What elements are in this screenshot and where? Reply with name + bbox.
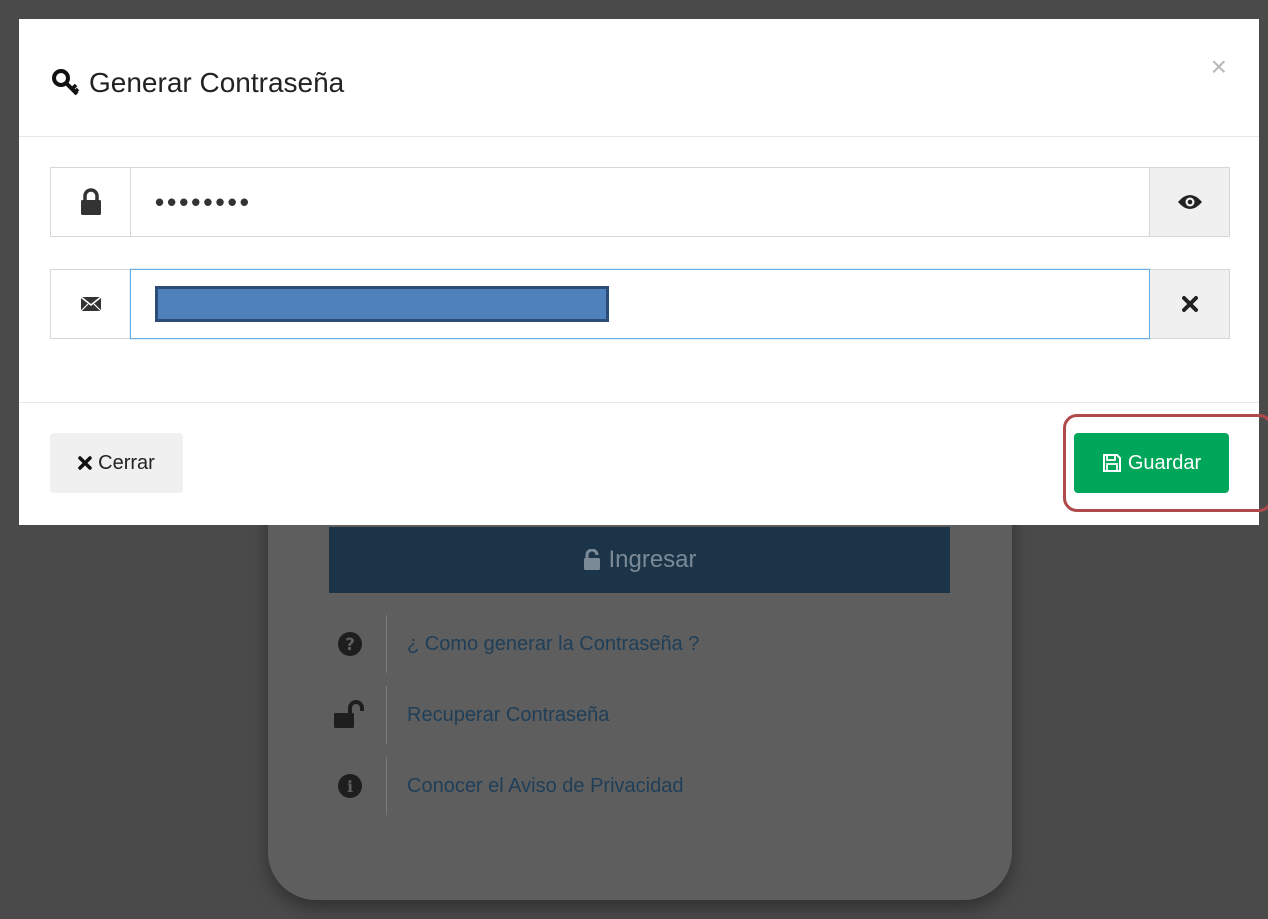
close-icon[interactable]: × [1211,53,1227,81]
password-value: •••••••• [155,186,252,217]
svg-text:?: ? [345,635,355,655]
link-recuperar[interactable]: Recuperar Contraseña [330,686,830,744]
envelope-icon [80,296,101,312]
ingresar-button[interactable]: Ingresar [329,527,950,593]
guardar-button[interactable]: Guardar [1074,433,1229,493]
link-aviso-privacidad[interactable]: i Conocer el Aviso de Privacidad [330,757,830,815]
link-separator [386,686,387,744]
modal-title-text: Generar Contraseña [89,67,345,98]
email-field[interactable] [130,269,1150,339]
link-label: ¿ Como generar la Contraseña ? [407,632,700,655]
eye-icon [1177,195,1202,209]
link-label: Conocer el Aviso de Privacidad [407,774,684,797]
link-como-generar[interactable]: ? ¿ Como generar la Contraseña ? [330,615,830,673]
guardar-label: Guardar [1127,451,1202,474]
modal-footer: Cerrar Guardar [19,402,1259,526]
generar-contrasena-modal: Generar Contraseña × •••••••• Cerrar Gua… [19,19,1259,525]
redacted-email-block [155,286,609,322]
modal-title: Generar Contraseña [51,67,344,99]
email-addon [50,269,130,339]
lock-icon [80,188,101,215]
question-circle-icon: ? [338,632,362,656]
times-icon [78,456,92,470]
cerrar-button[interactable]: Cerrar [50,433,183,493]
save-icon [1102,454,1121,472]
ingresar-label: Ingresar [608,546,697,573]
link-separator [386,615,387,673]
unlock-icon [334,700,364,728]
info-circle-icon: i [338,774,362,798]
modal-header: Generar Contraseña × [19,19,1259,137]
password-field[interactable]: •••••••• [130,167,1150,237]
link-separator [386,757,387,815]
clear-email-button[interactable] [1150,269,1230,339]
email-input-group [50,269,1230,339]
password-input-group: •••••••• [50,167,1230,237]
svg-text:i: i [347,777,353,796]
times-icon [1181,296,1198,312]
show-password-button[interactable] [1150,167,1230,237]
key-icon [52,69,80,96]
unlock-icon [584,549,601,570]
password-addon [50,167,130,237]
cerrar-label: Cerrar [98,451,155,474]
link-label: Recuperar Contraseña [407,703,610,726]
